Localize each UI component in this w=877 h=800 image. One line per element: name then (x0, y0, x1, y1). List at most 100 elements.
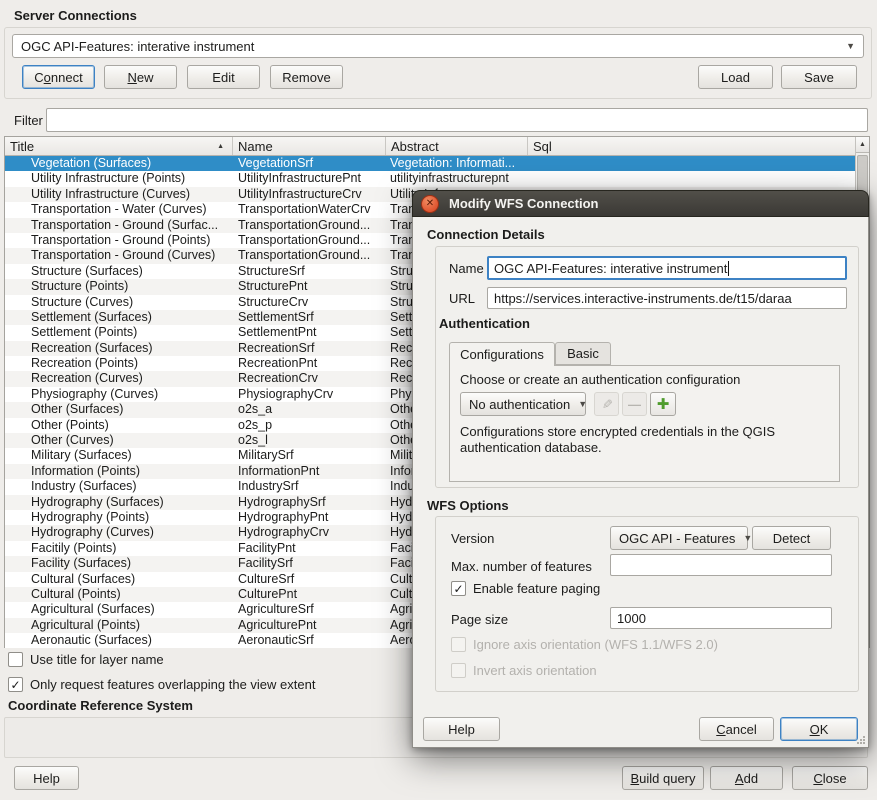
filter-input[interactable] (46, 108, 868, 132)
cell-c1: RecreationCrv (233, 371, 386, 386)
cell-c0: Structure (Curves) (5, 295, 233, 310)
cell-c1: o2s_a (233, 402, 386, 417)
cell-c1: o2s_l (233, 433, 386, 448)
cell-c1: CultureSrf (233, 572, 386, 587)
checkbox-box: ✓ (451, 581, 466, 596)
cell-c1: TransportationWaterCrv (233, 202, 386, 217)
ok-button[interactable]: OK (780, 717, 858, 741)
add-button[interactable]: Add (710, 766, 783, 790)
cell-c1: FacilityPnt (233, 541, 386, 556)
checkbox-box: ✓ (451, 637, 466, 652)
use-title-checkbox[interactable]: ✓ Use title for layer name (8, 652, 164, 667)
max-features-input[interactable] (610, 554, 832, 576)
cell-c0: Transportation - Ground (Curves) (5, 248, 233, 263)
load-button[interactable]: Load (698, 65, 773, 89)
detect-button[interactable]: Detect (752, 526, 831, 550)
connection-select-value: OGC API-Features: interative instrument (21, 39, 254, 54)
dialog-help-button[interactable]: Help (423, 717, 500, 741)
cancel-button[interactable]: Cancel (699, 717, 774, 741)
cell-c1: UtilityInfrastructurePnt (233, 171, 386, 186)
column-header-name[interactable]: Name (233, 137, 386, 155)
cell-c0: Hydrography (Points) (5, 510, 233, 525)
invert-axis-label: Invert axis orientation (473, 663, 597, 678)
column-header-title[interactable]: Title ▲ (5, 137, 233, 155)
filter-label: Filter (14, 113, 43, 128)
column-header-abstract[interactable]: Abstract (386, 137, 528, 155)
wfs-options-heading: WFS Options (427, 498, 509, 513)
cell-c0: Facility (Surfaces) (5, 556, 233, 571)
column-header-sql[interactable]: Sql (528, 137, 856, 155)
cell-c0: Utility Infrastructure (Points) (5, 171, 233, 186)
remove-button[interactable]: Remove (270, 65, 343, 89)
name-input[interactable]: OGC API-Features: interative instrument (487, 256, 847, 280)
dialog-body: Connection Details Name OGC API-Features… (412, 217, 869, 748)
choose-auth-label: Choose or create an authentication confi… (460, 372, 740, 387)
cell-c1: SettlementSrf (233, 310, 386, 325)
connection-details-heading: Connection Details (427, 227, 545, 242)
cell-c1: AgricultureSrf (233, 602, 386, 617)
cell-c1: HydrographyPnt (233, 510, 386, 525)
overlap-extent-checkbox[interactable]: ✓ Only request features overlapping the … (8, 677, 315, 692)
cell-c0: Transportation - Ground (Surfac... (5, 218, 233, 233)
cell-c1: HydrographySrf (233, 495, 386, 510)
cell-c0: Physiography (Curves) (5, 387, 233, 402)
cell-c0: Transportation - Water (Curves) (5, 202, 233, 217)
version-select[interactable]: OGC API - Features ▼ (610, 526, 748, 550)
cell-c1: SettlementPnt (233, 325, 386, 340)
build-query-button[interactable]: Build query (622, 766, 704, 790)
name-label: Name (449, 261, 484, 276)
tab-configurations[interactable]: Configurations (449, 342, 555, 366)
cell-c1: TransportationGround... (233, 233, 386, 248)
connect-button[interactable]: Connect (22, 65, 95, 89)
chevron-down-icon: ▼ (735, 533, 752, 543)
cell-c0: Hydrography (Curves) (5, 525, 233, 540)
cell-c1: StructurePnt (233, 279, 386, 294)
resize-grip[interactable] (857, 736, 865, 744)
table-row[interactable]: Utility Infrastructure (Points)UtilityIn… (5, 171, 856, 186)
auth-tab-panel: Choose or create an authentication confi… (449, 365, 840, 482)
close-icon[interactable]: ✕ (421, 195, 439, 213)
overlap-extent-label: Only request features overlapping the vi… (30, 677, 315, 692)
page-size-input[interactable]: 1000 (610, 607, 832, 629)
pencil-icon: ✎ (599, 399, 615, 410)
cell-c1: o2s_p (233, 418, 386, 433)
dialog-titlebar[interactable]: ✕ Modify WFS Connection (412, 190, 869, 217)
cell-c0: Utility Infrastructure (Curves) (5, 187, 233, 202)
cell-c0: Structure (Surfaces) (5, 264, 233, 279)
tab-basic[interactable]: Basic (555, 342, 611, 365)
cell-c0: Other (Surfaces) (5, 402, 233, 417)
checkbox-box: ✓ (451, 663, 466, 678)
close-button[interactable]: Close (792, 766, 868, 790)
cell-c1: TransportationGround... (233, 248, 386, 263)
chevron-down-icon: ▼ (838, 41, 855, 51)
url-label: URL (449, 291, 475, 306)
edit-button[interactable]: Edit (187, 65, 260, 89)
checkbox-box: ✓ (8, 652, 23, 667)
cell-c1: CulturePnt (233, 587, 386, 602)
new-button[interactable]: New (104, 65, 177, 89)
cell-c1: AgriculturePnt (233, 618, 386, 633)
checkbox-box: ✓ (8, 677, 23, 692)
save-button[interactable]: Save (781, 65, 857, 89)
cell-c0: Hydrography (Surfaces) (5, 495, 233, 510)
modify-wfs-connection-dialog: ✕ Modify WFS Connection Connection Detai… (412, 190, 869, 748)
enable-paging-checkbox[interactable]: ✓ Enable feature paging (451, 581, 600, 596)
add-auth-button[interactable]: ✚ (650, 392, 676, 416)
help-button[interactable]: Help (14, 766, 79, 790)
page-size-label: Page size (451, 612, 508, 627)
scroll-up-icon[interactable]: ▲ (856, 137, 869, 153)
remove-auth-button[interactable]: — (622, 392, 647, 416)
connection-select[interactable]: OGC API-Features: interative instrument … (12, 34, 864, 58)
server-connections-heading: Server Connections (14, 8, 137, 23)
auth-config-select[interactable]: No authentication ▼ (460, 392, 586, 416)
cell-c0: Transportation - Ground (Points) (5, 233, 233, 248)
cell-c0: Information (Points) (5, 464, 233, 479)
edit-auth-button[interactable]: ✎ (594, 392, 619, 416)
invert-axis-checkbox: ✓ Invert axis orientation (451, 663, 597, 678)
sort-ascending-icon: ▲ (217, 143, 227, 150)
cell-c0: Cultural (Points) (5, 587, 233, 602)
crs-heading: Coordinate Reference System (8, 698, 193, 713)
table-row[interactable]: Vegetation (Surfaces)VegetationSrfVegeta… (5, 156, 856, 171)
max-features-label: Max. number of features (451, 559, 592, 574)
url-input[interactable]: https://services.interactive-instruments… (487, 287, 847, 309)
